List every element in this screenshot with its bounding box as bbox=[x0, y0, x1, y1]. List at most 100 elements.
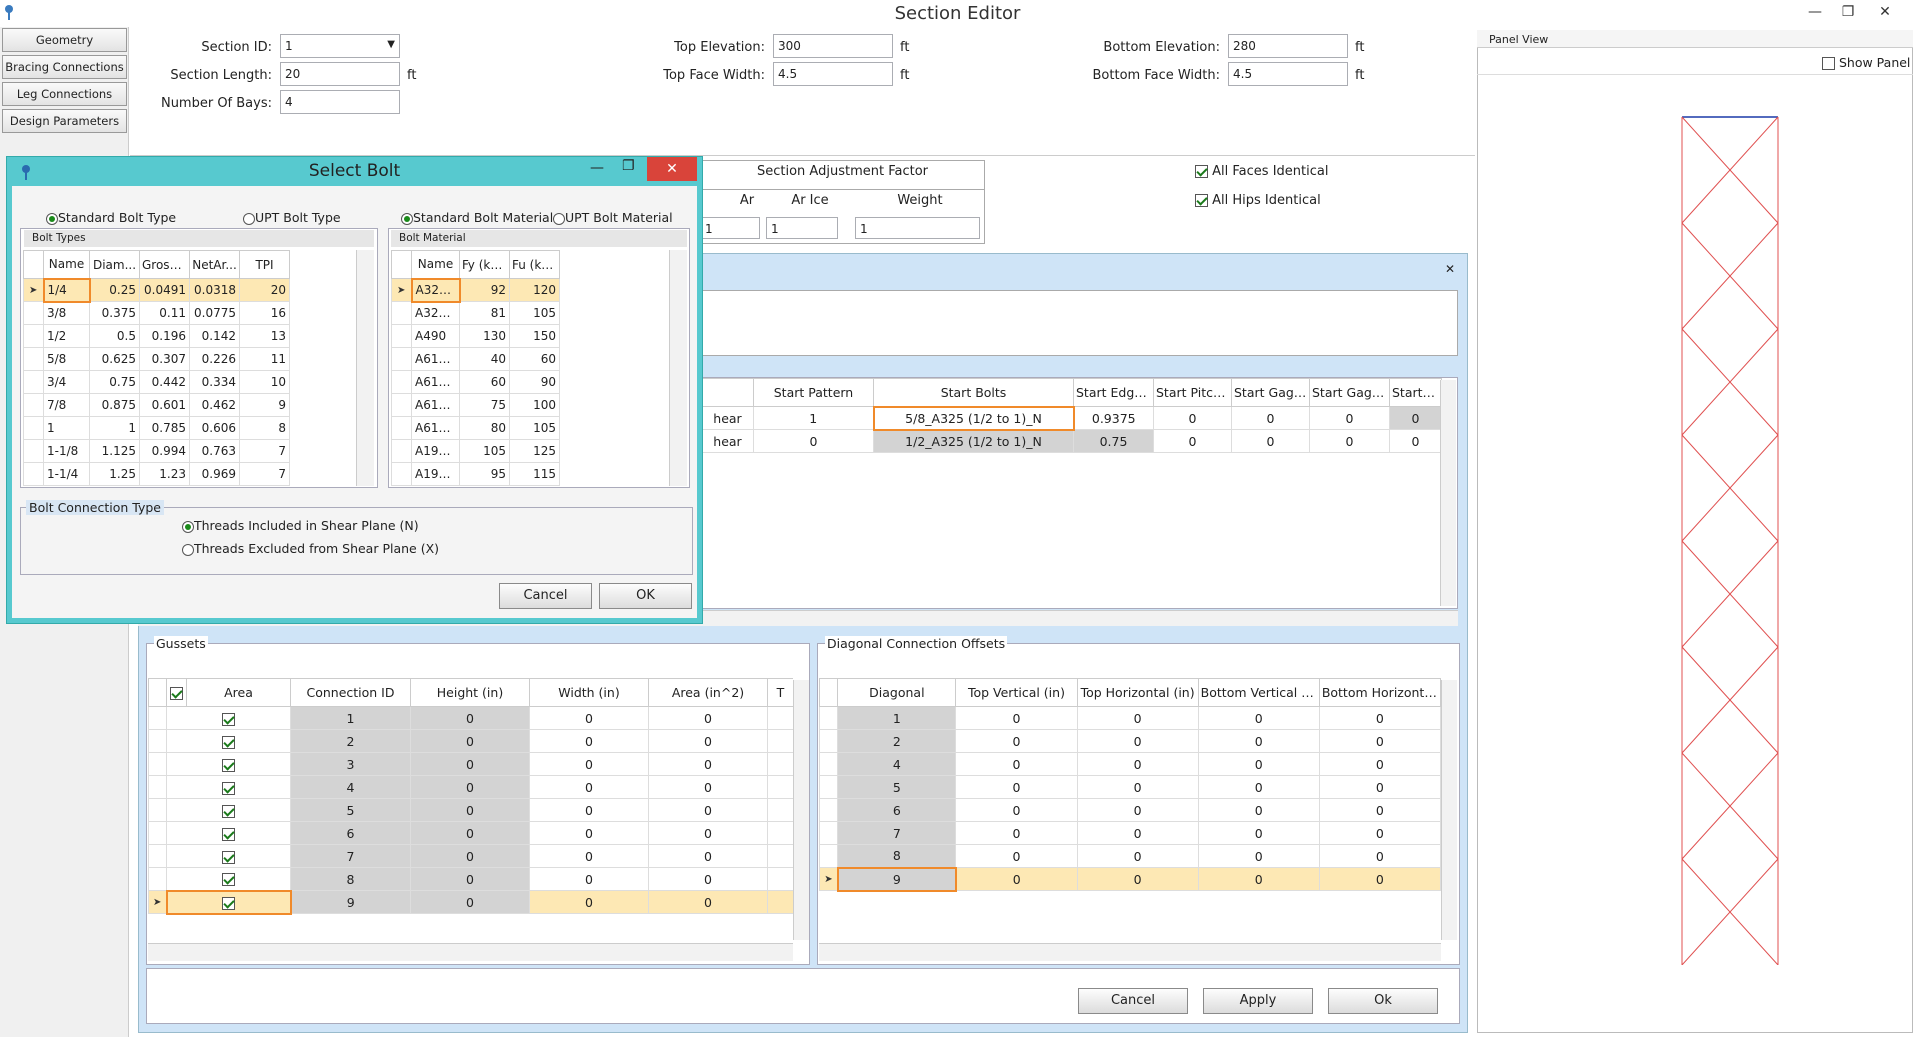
std-bolt-type-radio[interactable]: Standard Bolt Type bbox=[46, 210, 176, 225]
number-of-bays-input[interactable]: 4 bbox=[280, 90, 400, 114]
cell[interactable]: 0 bbox=[648, 844, 768, 868]
cell[interactable]: 8 bbox=[837, 844, 957, 868]
cell[interactable]: 0.75 bbox=[1073, 429, 1154, 453]
cell[interactable]: 7 bbox=[239, 439, 290, 463]
col-gross[interactable]: Gross... bbox=[139, 250, 190, 279]
close-button[interactable]: ✕ bbox=[1870, 0, 1900, 24]
checkbox-icon[interactable] bbox=[222, 735, 235, 749]
cell[interactable]: 0.442 bbox=[139, 370, 190, 394]
threads-excluded-radio[interactable]: Threads Excluded from Shear Plane (X) bbox=[182, 541, 439, 556]
cell[interactable] bbox=[166, 821, 291, 845]
dialog-cancel-button[interactable]: Cancel bbox=[499, 583, 592, 609]
table-row[interactable]: 80000 bbox=[819, 844, 1441, 868]
cell[interactable]: 5 bbox=[837, 775, 957, 799]
nav-leg-connections[interactable]: Leg Connections bbox=[2, 82, 127, 106]
cell[interactable]: 0 bbox=[410, 775, 530, 799]
cell[interactable]: 1-1/4 bbox=[43, 462, 90, 486]
cell[interactable]: 1 bbox=[89, 416, 140, 440]
cell[interactable]: 0 bbox=[955, 821, 1078, 845]
table-row[interactable]: 8000 bbox=[148, 867, 793, 891]
bolt-material-vscroll[interactable] bbox=[669, 250, 687, 486]
table-row[interactable]: ➤ 1/4 0.25 0.0491 0.0318 20 bbox=[23, 277, 290, 303]
cell[interactable]: 6 bbox=[837, 798, 957, 822]
cell[interactable]: 0.25 bbox=[89, 278, 140, 302]
cell[interactable]: 100 bbox=[509, 393, 560, 417]
gussets-vscroll[interactable] bbox=[793, 680, 809, 940]
cell[interactable]: A490 bbox=[411, 324, 460, 348]
col-t[interactable]: T bbox=[767, 678, 793, 707]
section-id-select[interactable]: 1 ▼ bbox=[280, 34, 400, 58]
cell[interactable]: 0.375 bbox=[89, 301, 140, 325]
table-row[interactable]: A615... 60 90 bbox=[391, 370, 560, 394]
cell[interactable]: 0 bbox=[1318, 706, 1441, 730]
checkbox-icon[interactable] bbox=[222, 781, 235, 795]
cell[interactable]: 3/4 bbox=[43, 370, 90, 394]
cell[interactable]: 0.875 bbox=[89, 393, 140, 417]
offsets-hscroll[interactable] bbox=[819, 943, 1441, 961]
cell[interactable]: 0 bbox=[1153, 406, 1232, 430]
table-row[interactable]: A193... 105 125 bbox=[391, 439, 560, 463]
col-diagonal[interactable]: Diagonal bbox=[837, 678, 957, 707]
cell[interactable]: 10 bbox=[239, 370, 290, 394]
cell[interactable]: 0.0491 bbox=[139, 278, 190, 302]
dialog-close-button[interactable]: ✕ bbox=[647, 157, 697, 181]
cell[interactable]: 0.142 bbox=[189, 324, 240, 348]
cell[interactable]: 0 bbox=[648, 867, 768, 891]
col-bottom-vertical[interactable]: Bottom Vertical (in) bbox=[1197, 678, 1320, 707]
bottom-elevation-input[interactable]: 280 bbox=[1228, 34, 1348, 58]
cell[interactable]: 0 bbox=[529, 775, 649, 799]
table-row[interactable]: 10000 bbox=[819, 706, 1441, 730]
col-start-edge[interactable]: Start Edge... bbox=[1073, 378, 1154, 407]
cell[interactable]: 0 bbox=[648, 890, 768, 914]
cell[interactable]: 0 bbox=[1076, 798, 1199, 822]
col-fy[interactable]: Fy (ksi ) bbox=[459, 250, 510, 279]
section-length-input[interactable]: 20 bbox=[280, 62, 400, 86]
cell[interactable]: A615... bbox=[411, 416, 460, 440]
cell[interactable]: 115 bbox=[509, 462, 560, 486]
bracing-panel-close-icon[interactable]: ✕ bbox=[1445, 262, 1455, 276]
cell[interactable]: 0.196 bbox=[139, 324, 190, 348]
cell[interactable]: 0 bbox=[1231, 429, 1310, 453]
col-width[interactable]: Width (in) bbox=[529, 678, 649, 707]
cell[interactable] bbox=[165, 889, 292, 915]
cell[interactable]: 150 bbox=[509, 324, 560, 348]
cancel-button[interactable]: Cancel bbox=[1078, 988, 1188, 1014]
cell[interactable]: 1 bbox=[837, 706, 957, 730]
cell[interactable]: 105 bbox=[459, 439, 510, 463]
col-bottom-horizontal[interactable]: Bottom Horizonta... bbox=[1318, 678, 1441, 707]
cell[interactable]: 3/8 bbox=[43, 301, 90, 325]
table-row[interactable]: hear 1 5/8_A325 (1/2 to 1)_N 0.9375 0 0 … bbox=[701, 405, 1442, 431]
threads-included-radio[interactable]: Threads Included in Shear Plane (N) bbox=[182, 518, 419, 533]
cell[interactable]: 0 bbox=[1197, 798, 1320, 822]
table-row[interactable]: ➤ 9 0 0 0 bbox=[148, 889, 793, 915]
cell[interactable]: 0 bbox=[529, 798, 649, 822]
table-row[interactable]: 1 1 0.785 0.606 8 bbox=[23, 416, 290, 440]
cell[interactable]: A615... bbox=[411, 347, 460, 371]
table-row[interactable]: 5/8 0.625 0.307 0.226 11 bbox=[23, 347, 290, 371]
bolt-types-vscroll[interactable] bbox=[356, 250, 374, 486]
cell[interactable]: 0 bbox=[1197, 844, 1320, 868]
cell[interactable]: 0 bbox=[1389, 406, 1442, 430]
cell[interactable]: 0 bbox=[1389, 429, 1442, 453]
cell[interactable]: 0.5 bbox=[89, 324, 140, 348]
col-select-all[interactable] bbox=[166, 678, 187, 707]
cell[interactable]: 5/8 bbox=[43, 347, 90, 371]
gussets-hscroll[interactable] bbox=[148, 943, 793, 961]
cell[interactable]: 75 bbox=[459, 393, 510, 417]
maximize-button[interactable]: ❐ bbox=[1833, 0, 1863, 24]
cell[interactable]: 1/2 bbox=[43, 324, 90, 348]
cell[interactable]: 0 bbox=[1076, 844, 1199, 868]
cell[interactable]: 0 bbox=[1318, 821, 1441, 845]
table-row[interactable]: A615... 75 100 bbox=[391, 393, 560, 417]
cell[interactable] bbox=[166, 798, 291, 822]
cell[interactable]: 6 bbox=[290, 821, 411, 845]
col-start-gu[interactable]: Start Gu bbox=[1389, 378, 1442, 407]
cell[interactable]: 81 bbox=[459, 301, 510, 325]
nav-bracing-connections[interactable]: Bracing Connections bbox=[2, 55, 127, 79]
table-row[interactable]: 70000 bbox=[819, 821, 1441, 845]
cell[interactable]: 0.11 bbox=[139, 301, 190, 325]
weight-input[interactable]: 1 bbox=[855, 217, 980, 239]
cell[interactable]: 0 bbox=[1197, 729, 1320, 753]
cell[interactable]: 0 bbox=[1197, 821, 1320, 845]
cell[interactable]: 0 bbox=[1318, 867, 1441, 891]
